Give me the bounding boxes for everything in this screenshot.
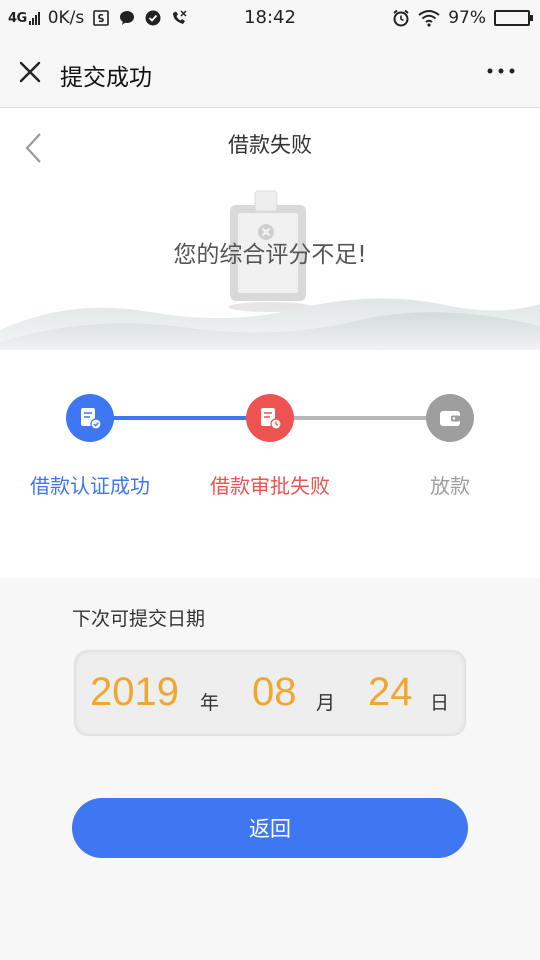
date-year-unit: 年 xyxy=(200,692,220,714)
progress-line-pending xyxy=(270,416,450,420)
step-label-rejected: 借款审批失败 xyxy=(210,474,330,498)
wifi-icon xyxy=(418,10,440,27)
failure-message: 您的综合评分不足! xyxy=(173,242,367,268)
date-year: 2019 xyxy=(90,670,179,714)
battery-percent: 97% xyxy=(448,8,486,28)
date-day: 24 xyxy=(368,670,413,714)
return-button[interactable]: 返回 xyxy=(72,798,468,858)
step-icon-disbursement xyxy=(426,394,474,442)
page-title: 借款失败 xyxy=(228,133,312,157)
next-date-label: 下次可提交日期 xyxy=(72,608,206,630)
step-label-disbursement: 放款 xyxy=(430,474,470,498)
document-clock-icon xyxy=(261,408,282,430)
wallet-icon xyxy=(440,411,460,426)
date-display: 2019 年 08 月 24 日 xyxy=(74,650,466,736)
title-bar: 提交成功 xyxy=(0,36,540,108)
hills-decoration xyxy=(0,298,540,350)
result-header: 借款失败 您的综合评分不足! xyxy=(0,109,540,350)
progress-line-completed xyxy=(90,416,270,420)
progress-steps: 借款认证成功 借款审批失败 放款 xyxy=(0,350,540,578)
status-bar: 4G 0K/s 18:42 97% xyxy=(0,0,540,36)
date-month-unit: 月 xyxy=(316,692,336,714)
more-icon[interactable] xyxy=(486,66,516,76)
window-title: 提交成功 xyxy=(60,65,152,91)
date-month: 08 xyxy=(252,670,297,714)
battery-icon xyxy=(494,10,533,26)
status-right: 97% xyxy=(392,8,533,28)
document-check-icon xyxy=(81,408,102,430)
next-submit-date-section: 下次可提交日期 2019 年 08 月 24 日 返回 xyxy=(0,578,540,960)
step-label-verified: 借款认证成功 xyxy=(30,474,150,498)
step-icon-verified xyxy=(66,394,114,442)
close-icon[interactable] xyxy=(18,60,42,84)
alarm-icon xyxy=(393,9,409,27)
step-icon-rejected xyxy=(246,394,294,442)
date-day-unit: 日 xyxy=(430,692,450,714)
